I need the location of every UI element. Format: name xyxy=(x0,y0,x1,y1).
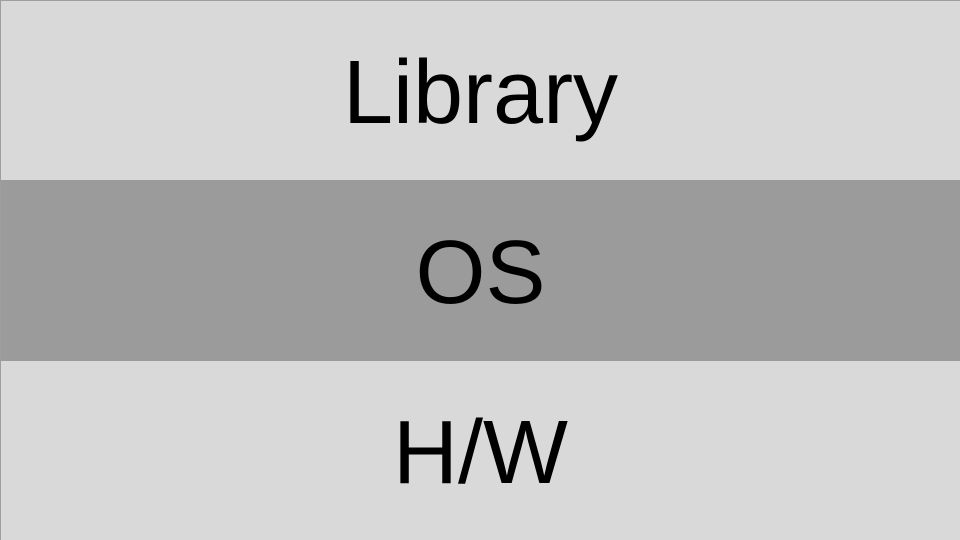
layer-stack-diagram: Library OS H/W xyxy=(0,0,960,540)
os-layer-label: OS xyxy=(415,222,546,323)
library-layer: Library xyxy=(1,1,960,180)
hw-layer: H/W xyxy=(1,361,960,540)
library-layer-label: Library xyxy=(342,42,619,143)
hw-layer-label: H/W xyxy=(393,402,568,503)
os-layer: OS xyxy=(1,180,960,361)
